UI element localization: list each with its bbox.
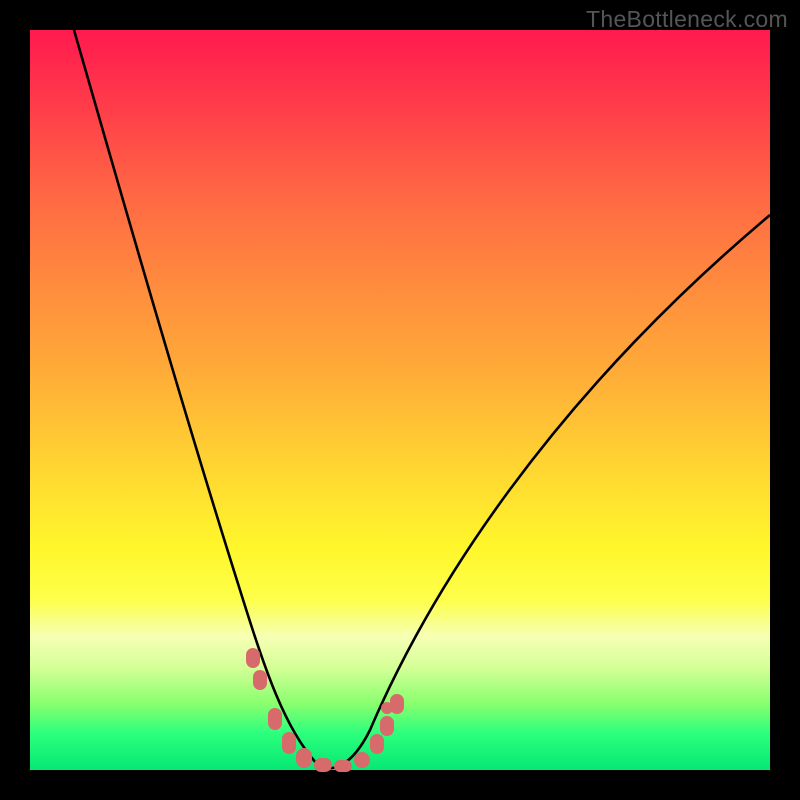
curve-layer <box>30 30 770 770</box>
highlight-dots <box>246 648 404 772</box>
watermark-text: TheBottleneck.com <box>586 6 788 33</box>
bottleneck-curve <box>74 30 770 768</box>
outer-frame: TheBottleneck.com <box>0 0 800 800</box>
plot-area <box>30 30 770 770</box>
